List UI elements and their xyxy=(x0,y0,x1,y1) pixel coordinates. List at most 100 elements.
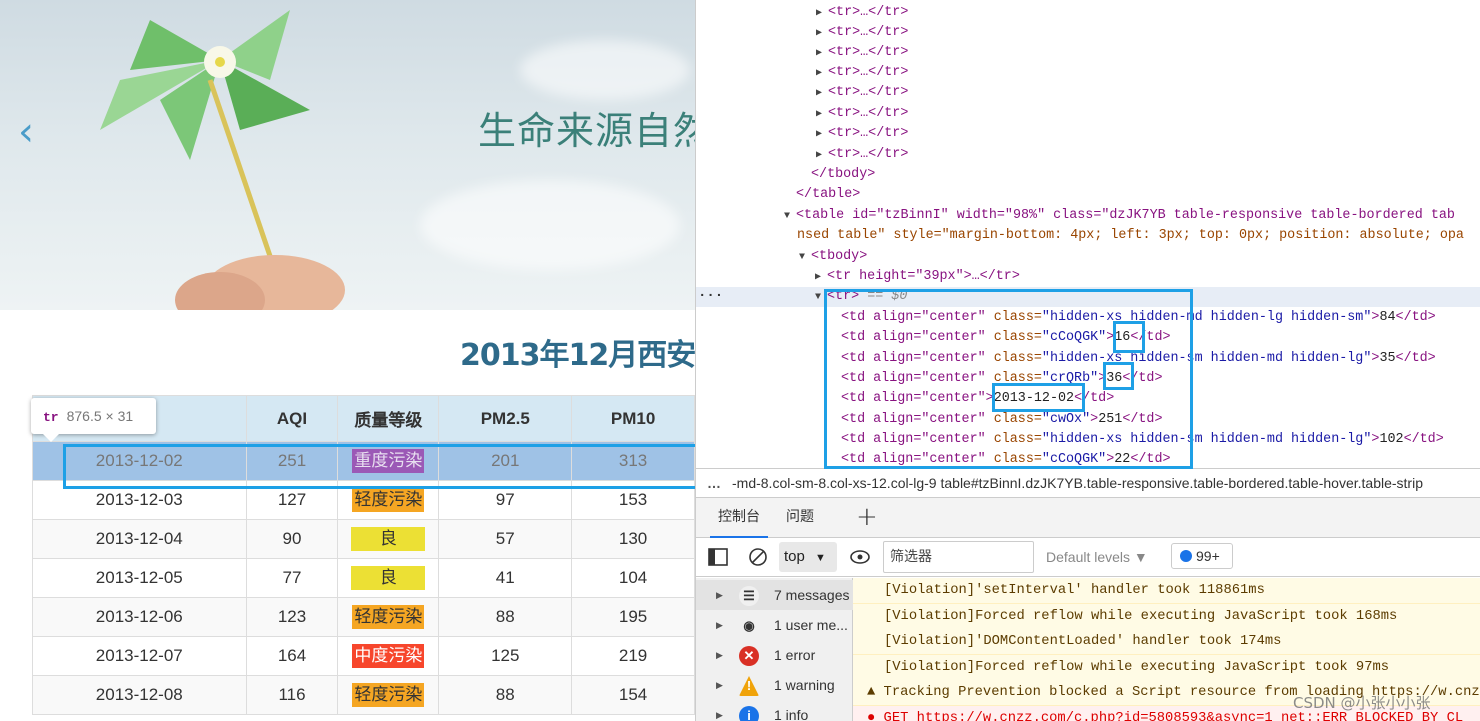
more-icon[interactable]: ··· xyxy=(698,288,723,304)
clear-console-icon[interactable] xyxy=(748,547,768,567)
cell-aqi: 77 xyxy=(245,558,339,598)
quality-badge: 中度污染 xyxy=(352,644,425,668)
tab-issues[interactable]: 问题 xyxy=(786,498,814,538)
quality-badge: 轻度污染 xyxy=(352,488,425,512)
cell-pm10: 130 xyxy=(571,519,695,559)
cell-aqi: 164 xyxy=(245,636,339,676)
sidebar-item[interactable]: ▶ ☰ 7 messages xyxy=(696,580,853,610)
annotation-box-36 xyxy=(1103,362,1134,390)
breadcrumb-path[interactable]: -md-8.col-sm-8.col-xs-12.col-lg-9 table#… xyxy=(732,475,1423,491)
table-row[interactable]: 2013-12-07 164 中度污染 125 219 xyxy=(32,636,695,676)
filter-input[interactable] xyxy=(883,541,1034,573)
pinwheel-image xyxy=(100,10,345,310)
page-title: 2013年12月西安 xyxy=(460,338,695,373)
issues-counter[interactable]: 99+ xyxy=(1171,543,1233,569)
sidebar-item-label: 1 error xyxy=(774,647,816,663)
issues-icon xyxy=(1180,550,1192,562)
cell-aqi: 123 xyxy=(245,597,339,637)
list-icon: ☰ xyxy=(739,586,759,606)
sidebar-item-label: 1 user me... xyxy=(774,617,848,633)
warning-icon: ! xyxy=(739,676,759,696)
info-icon: i xyxy=(739,706,759,721)
eye-icon[interactable] xyxy=(849,549,871,565)
cell-level: 良 xyxy=(337,558,440,598)
cell-date: 2013-12-08 xyxy=(32,675,247,715)
dom-node[interactable]: ▶ <tr>…</tr> xyxy=(696,23,1480,43)
sidebar-item-label: 1 info xyxy=(774,707,809,721)
cell-pm10: 104 xyxy=(571,558,695,598)
quality-badge: 轻度污染 xyxy=(352,683,425,707)
console-message[interactable]: [Violation]Forced reflow while executing… xyxy=(853,654,1480,681)
dom-node[interactable]: ▶ <tr>…</tr> xyxy=(696,43,1480,63)
banner-title: 生命来源自然 xyxy=(478,109,695,153)
column-header-aqi: AQI xyxy=(245,395,339,442)
table-row[interactable]: 2013-12-04 90 良 57 130 xyxy=(32,519,695,559)
column-header-quality: 质量等级 xyxy=(337,395,440,442)
console-message[interactable]: [Violation]Forced reflow while executing… xyxy=(853,603,1480,630)
cell-pm25: 125 xyxy=(438,636,573,676)
dom-node[interactable]: ▶ <tr>…</tr> xyxy=(696,3,1480,23)
breadcrumb-overflow-icon[interactable]: … xyxy=(696,469,732,497)
drawer-tabs: 控制台 问题 + xyxy=(696,498,1480,538)
chevron-right-icon: ▶ xyxy=(716,680,723,690)
log-levels-dropdown[interactable]: Default levels ▼ xyxy=(1046,539,1148,575)
cell-pm10: 219 xyxy=(571,636,695,676)
tab-console[interactable]: 控制台 xyxy=(710,498,768,538)
sidebar-item[interactable]: ▶ ◉ 1 user me... xyxy=(696,610,853,640)
cell-level: 良 xyxy=(337,519,440,559)
cell-aqi: 116 xyxy=(245,675,339,715)
cell-level: 轻度污染 xyxy=(337,597,440,637)
sidebar-item-label: 1 warning xyxy=(774,677,835,693)
sidebar-item[interactable]: ▶ i 1 info xyxy=(696,700,853,721)
cell-date: 2013-12-06 xyxy=(32,597,247,637)
cell-pm25: 88 xyxy=(438,675,573,715)
add-tab-button[interactable]: + xyxy=(856,498,878,538)
carousel-prev-button[interactable]: ‹ xyxy=(18,112,34,152)
dom-node-table[interactable]: ▼ <table id="tzBinnI" width="98%" class="… xyxy=(696,206,1480,226)
annotation-box-tr xyxy=(824,289,1193,469)
aqi-table: AQI 质量等级 PM2.5 PM10 2013-12-02 251 重度污染 201… xyxy=(32,395,695,715)
table-row[interactable]: 2013-12-05 77 良 41 104 xyxy=(32,558,695,598)
breadcrumb: … -md-8.col-sm-8.col-xs-12.col-lg-9 table… xyxy=(696,468,1480,498)
dom-node[interactable]: ▶ <tr>…</tr> xyxy=(696,124,1480,144)
cell-pm10: 154 xyxy=(571,675,695,715)
table-row[interactable]: 2013-12-08 116 轻度污染 88 154 xyxy=(32,675,695,715)
dom-node-tbody[interactable]: ▼ <tbody> xyxy=(696,247,1480,267)
quality-badge: 轻度污染 xyxy=(352,605,425,629)
banner-carousel: ‹ 生命来源自然 xyxy=(0,0,695,310)
dom-node[interactable]: ▶ <tr>…</tr> xyxy=(696,145,1480,165)
dom-node[interactable]: ▶ <tr>…</tr> xyxy=(696,63,1480,83)
console-message[interactable]: [Violation]'DOMContentLoaded' handler to… xyxy=(853,629,1480,656)
dom-node[interactable]: ▶ <tr>…</tr> xyxy=(696,83,1480,103)
sidebar-item[interactable]: ▶! 1 warning xyxy=(696,670,853,700)
cell-date: 2013-12-07 xyxy=(32,636,247,676)
table-row[interactable]: 2013-12-06 123 轻度污染 88 195 xyxy=(32,597,695,637)
context-select[interactable]: top ▼ xyxy=(779,542,837,572)
cell-level: 轻度污染 xyxy=(337,675,440,715)
inspect-tooltip: tr 876.5 × 31 xyxy=(31,398,156,442)
dom-node[interactable]: ▶ <tr>…</tr> xyxy=(696,104,1480,124)
chevron-down-icon: ▼ xyxy=(815,552,826,564)
chevron-right-icon: ▶ xyxy=(716,650,723,660)
cell-pm25: 41 xyxy=(438,558,573,598)
web-page: ‹ 生命来源自然 2013年12月西安 AQI 质量等级 PM2.5 PM10 … xyxy=(0,0,695,721)
annotation-box-date xyxy=(992,383,1085,412)
console-message[interactable]: [Violation]'setInterval' handler took 11… xyxy=(853,578,1480,604)
cell-date: 2013-12-05 xyxy=(32,558,247,598)
cell-level: 中度污染 xyxy=(337,636,440,676)
sidebar-toggle-icon[interactable] xyxy=(708,548,728,566)
chevron-right-icon: ▶ xyxy=(716,710,723,720)
cell-aqi: 90 xyxy=(245,519,339,559)
user-icon: ◉ xyxy=(739,616,759,636)
dom-node-table-cont: nsed table" style="margin-bottom: 4px; l… xyxy=(797,228,1464,243)
cell-date: 2013-12-04 xyxy=(32,519,247,559)
sidebar-item-label: 7 messages xyxy=(774,587,850,603)
quality-badge: 良 xyxy=(351,527,426,551)
cell-pm10: 195 xyxy=(571,597,695,637)
dom-node[interactable]: </table> xyxy=(696,185,1480,205)
console-toolbar: top ▼ Default levels ▼ 99+ xyxy=(696,539,1480,577)
dom-node[interactable]: </tbody> xyxy=(696,165,1480,185)
selected-row-highlight xyxy=(63,444,699,489)
sidebar-item[interactable]: ▶ ✕ 1 error xyxy=(696,640,853,670)
dom-node[interactable]: ▶ <tr height="39px">…</tr> xyxy=(696,267,1480,287)
